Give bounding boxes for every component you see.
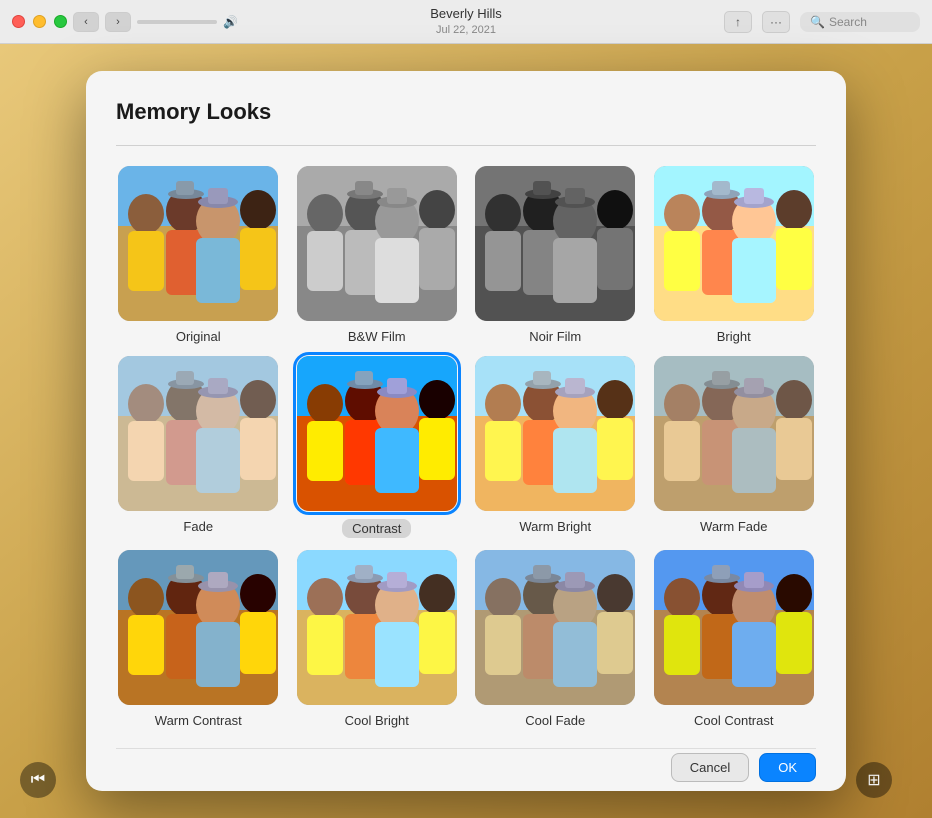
grid-button[interactable]: ⊞ (856, 762, 892, 798)
toolbar-left: ‹ › 🔊 (12, 12, 238, 32)
rewind-button[interactable]: ⏮ (20, 762, 56, 798)
look-label-bright: Bright (717, 329, 751, 344)
look-item-cool-contrast[interactable]: Cool Contrast (652, 550, 817, 728)
more-button[interactable]: ··· (762, 11, 790, 33)
back-button[interactable]: ‹ (73, 12, 99, 32)
look-item-noir-film[interactable]: Noir Film (473, 166, 638, 344)
minimize-button[interactable] (33, 15, 46, 28)
search-icon: 🔍 (810, 15, 825, 29)
cancel-button[interactable]: Cancel (671, 753, 749, 782)
forward-button[interactable]: › (105, 12, 131, 32)
modal-overlay: Memory Looks Original (0, 44, 932, 818)
look-item-warm-fade[interactable]: Warm Fade (652, 356, 817, 538)
search-bar[interactable]: 🔍 Search (800, 12, 920, 32)
look-item-fade[interactable]: Fade (116, 356, 281, 538)
look-item-original[interactable]: Original (116, 166, 281, 344)
maximize-button[interactable] (54, 15, 67, 28)
look-label-original: Original (176, 329, 221, 344)
look-thumb-bw-film[interactable] (297, 166, 457, 321)
toolbar-right: ↑ ··· 🔍 Search (724, 11, 920, 33)
look-thumb-warm-contrast[interactable] (118, 550, 278, 705)
looks-grid: Original B&W Film (116, 166, 816, 728)
progress-slider[interactable] (137, 20, 217, 24)
look-thumb-bright[interactable] (654, 166, 814, 321)
modal-footer: Cancel OK (116, 748, 816, 782)
look-item-bright[interactable]: Bright (652, 166, 817, 344)
look-label-warm-bright: Warm Bright (519, 519, 591, 534)
look-label-contrast: Contrast (342, 519, 411, 538)
look-label-cool-contrast: Cool Contrast (694, 713, 773, 728)
look-thumb-warm-bright[interactable] (475, 356, 635, 511)
divider (116, 145, 816, 146)
window-title: Beverly Hills Jul 22, 2021 (430, 6, 502, 37)
modal-title: Memory Looks (116, 99, 816, 125)
look-item-warm-contrast[interactable]: Warm Contrast (116, 550, 281, 728)
look-label-fade: Fade (183, 519, 213, 534)
look-item-bw-film[interactable]: B&W Film (295, 166, 460, 344)
look-item-cool-fade[interactable]: Cool Fade (473, 550, 638, 728)
look-item-cool-bright[interactable]: Cool Bright (295, 550, 460, 728)
window-bar: ‹ › 🔊 Beverly Hills Jul 22, 2021 ↑ ··· 🔍… (0, 0, 932, 44)
look-item-warm-bright[interactable]: Warm Bright (473, 356, 638, 538)
look-thumb-warm-fade[interactable] (654, 356, 814, 511)
look-thumb-cool-contrast[interactable] (654, 550, 814, 705)
look-label-noir-film: Noir Film (529, 329, 581, 344)
look-label-cool-fade: Cool Fade (525, 713, 585, 728)
title-text: Beverly Hills (430, 6, 502, 23)
look-thumb-cool-bright[interactable] (297, 550, 457, 705)
look-label-cool-bright: Cool Bright (345, 713, 409, 728)
look-label-bw-film: B&W Film (348, 329, 406, 344)
share-button[interactable]: ↑ (724, 11, 752, 33)
look-thumb-contrast[interactable] (297, 356, 457, 511)
traffic-lights (12, 15, 67, 28)
memory-looks-modal: Memory Looks Original (86, 71, 846, 791)
look-label-warm-contrast: Warm Contrast (155, 713, 242, 728)
look-thumb-original[interactable] (118, 166, 278, 321)
look-thumb-cool-fade[interactable] (475, 550, 635, 705)
look-thumb-noir-film[interactable] (475, 166, 635, 321)
search-placeholder: Search (829, 15, 867, 29)
look-item-contrast[interactable]: Contrast (295, 356, 460, 538)
volume-icon: 🔊 (223, 15, 238, 29)
close-button[interactable] (12, 15, 25, 28)
look-label-warm-fade: Warm Fade (700, 519, 767, 534)
ok-button[interactable]: OK (759, 753, 816, 782)
look-thumb-fade[interactable] (118, 356, 278, 511)
subtitle-text: Jul 22, 2021 (430, 23, 502, 37)
